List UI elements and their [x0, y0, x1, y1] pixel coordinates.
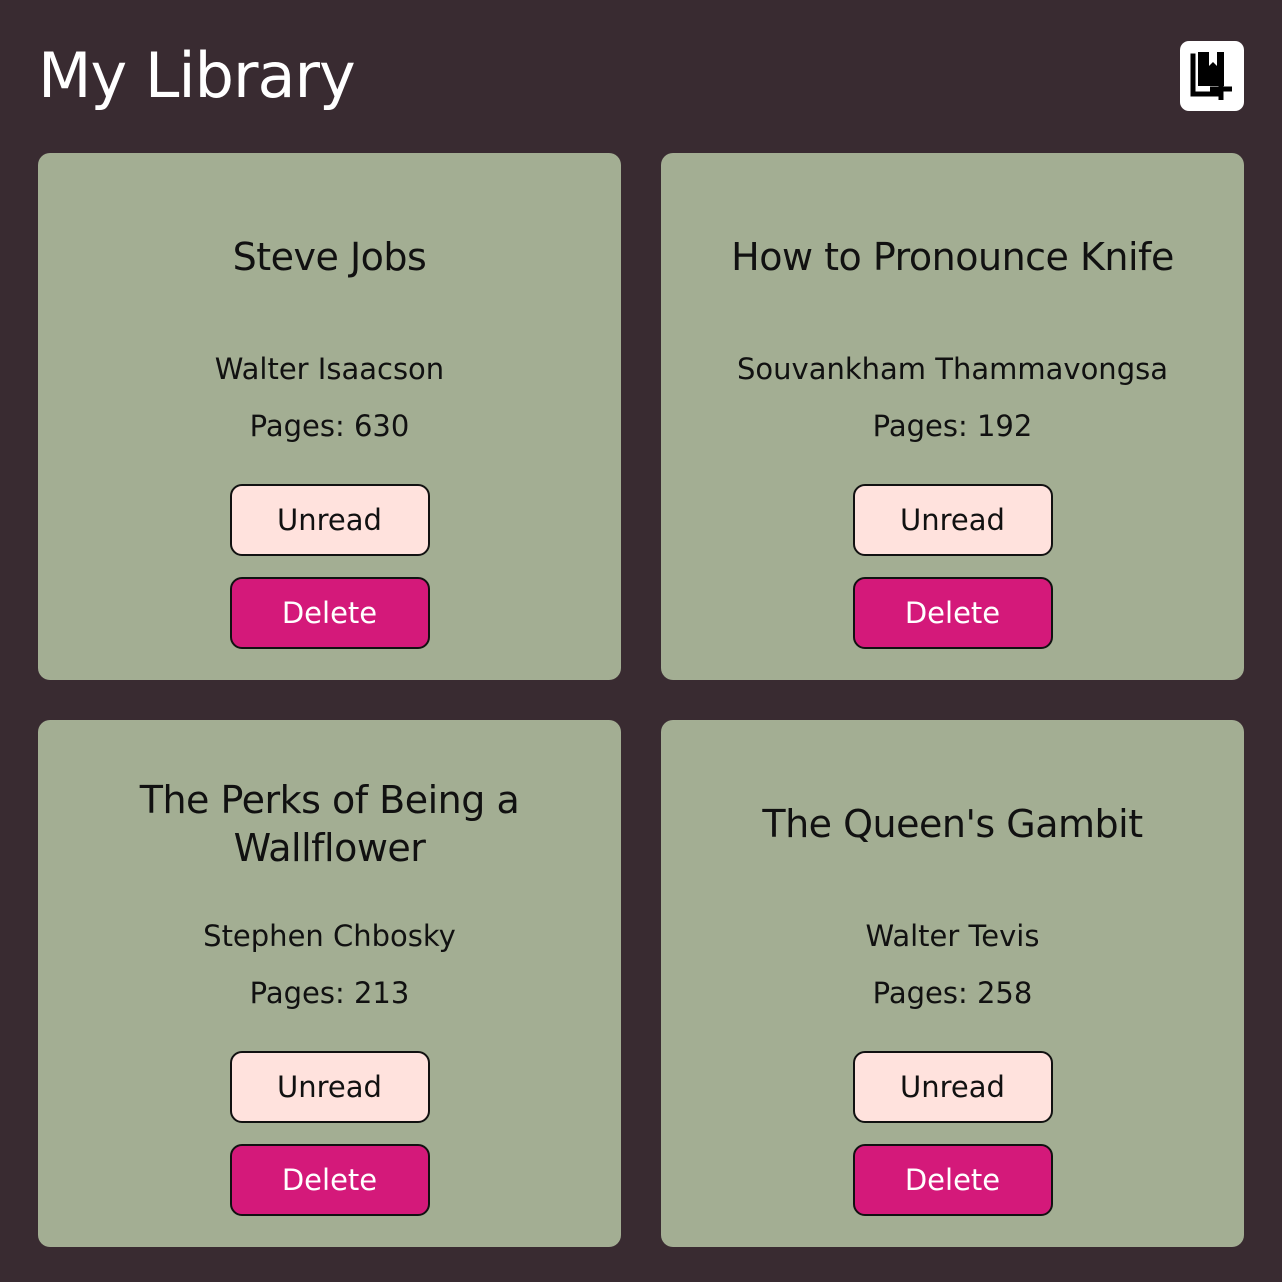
read-status-button[interactable]: Unread	[229, 484, 430, 556]
read-status-button[interactable]: Unread	[229, 1051, 430, 1123]
book-author: Stephen Chbosky	[203, 919, 456, 953]
book-card: How to Pronounce Knife Souvankham Thamma…	[661, 153, 1244, 680]
delete-button[interactable]: Delete	[229, 1144, 430, 1216]
book-title-area: The Queen's Gambit	[701, 776, 1204, 872]
book-card: The Queen's Gambit Walter Tevis Pages: 2…	[661, 720, 1244, 1247]
book-grid: Steve Jobs Walter Isaacson Pages: 630 Un…	[38, 153, 1244, 1247]
add-book-button[interactable]	[1180, 41, 1244, 111]
book-title: The Queen's Gambit	[762, 802, 1143, 846]
book-title: How to Pronounce Knife	[731, 235, 1174, 279]
delete-button[interactable]: Delete	[852, 577, 1053, 649]
read-status-button[interactable]: Unread	[852, 1051, 1053, 1123]
book-title-area: The Perks of Being a Wallflower	[78, 776, 581, 872]
delete-button[interactable]: Delete	[229, 577, 430, 649]
book-pages: Pages: 213	[249, 976, 410, 1010]
book-pages: Pages: 258	[872, 976, 1033, 1010]
book-title: Steve Jobs	[232, 235, 427, 279]
book-author: Walter Isaacson	[214, 352, 445, 386]
book-pages: Pages: 192	[872, 409, 1033, 443]
header: My Library	[38, 38, 1244, 114]
book-card: Steve Jobs Walter Isaacson Pages: 630 Un…	[38, 153, 621, 680]
book-card: The Perks of Being a Wallflower Stephen …	[38, 720, 621, 1247]
page-title: My Library	[38, 39, 356, 112]
book-pages: Pages: 630	[249, 409, 410, 443]
read-status-button[interactable]: Unread	[852, 484, 1053, 556]
delete-button[interactable]: Delete	[852, 1144, 1053, 1216]
book-author: Walter Tevis	[865, 919, 1040, 953]
book-title-area: How to Pronounce Knife	[701, 209, 1204, 305]
add-book-icon	[1187, 48, 1237, 104]
book-title-area: Steve Jobs	[78, 209, 581, 305]
book-title: The Perks of Being a Wallflower	[139, 778, 520, 870]
book-author: Souvankham Thammavongsa	[737, 352, 1168, 386]
